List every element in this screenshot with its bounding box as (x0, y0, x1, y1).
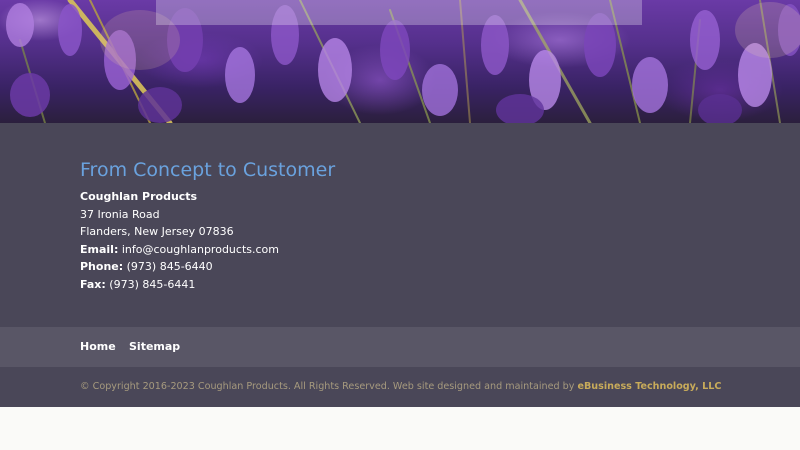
footer-nav: Home Sitemap (0, 327, 800, 367)
hero-banner-image (0, 0, 800, 123)
nav-home-link[interactable]: Home (80, 340, 116, 354)
contact-section: From Concept to Customer Coughlan Produc… (0, 123, 800, 327)
copyright-text: © Copyright 2016-2023 Coughlan Products.… (80, 380, 721, 394)
email-row: Email: info@coughlanproducts.com (80, 241, 335, 259)
fax-value: (973) 845-6441 (109, 277, 196, 291)
fax-label: Fax: (80, 277, 106, 291)
phone-row: Phone: (973) 845-6440 (80, 258, 335, 276)
tagline-heading: From Concept to Customer (80, 159, 336, 181)
page: From Concept to Customer Coughlan Produc… (0, 0, 800, 450)
contact-block: From Concept to Customer Coughlan Produc… (80, 159, 335, 294)
email-label: Email: (80, 242, 119, 256)
address-line1: 37 Ironia Road (80, 207, 160, 221)
email-value: info@coughlanproducts.com (121, 242, 279, 256)
copyright-statement: © Copyright 2016-2023 Coughlan Products.… (80, 381, 578, 392)
company-name: Coughlan Products (80, 188, 335, 206)
designer-link[interactable]: eBusiness Technology, LLC (577, 381, 721, 392)
copyright-bar: © Copyright 2016-2023 Coughlan Products.… (0, 367, 800, 407)
phone-label: Phone: (80, 260, 124, 274)
nav-sitemap-link[interactable]: Sitemap (129, 340, 180, 354)
phone-value: (973) 845-6440 (126, 260, 213, 274)
company-name-text: Coughlan Products (80, 190, 198, 203)
fax-row: Fax: (973) 845-6441 (80, 276, 335, 294)
hero-overlay-strip (156, 0, 642, 25)
address-line2: Flanders, New Jersey 07836 (80, 225, 234, 239)
